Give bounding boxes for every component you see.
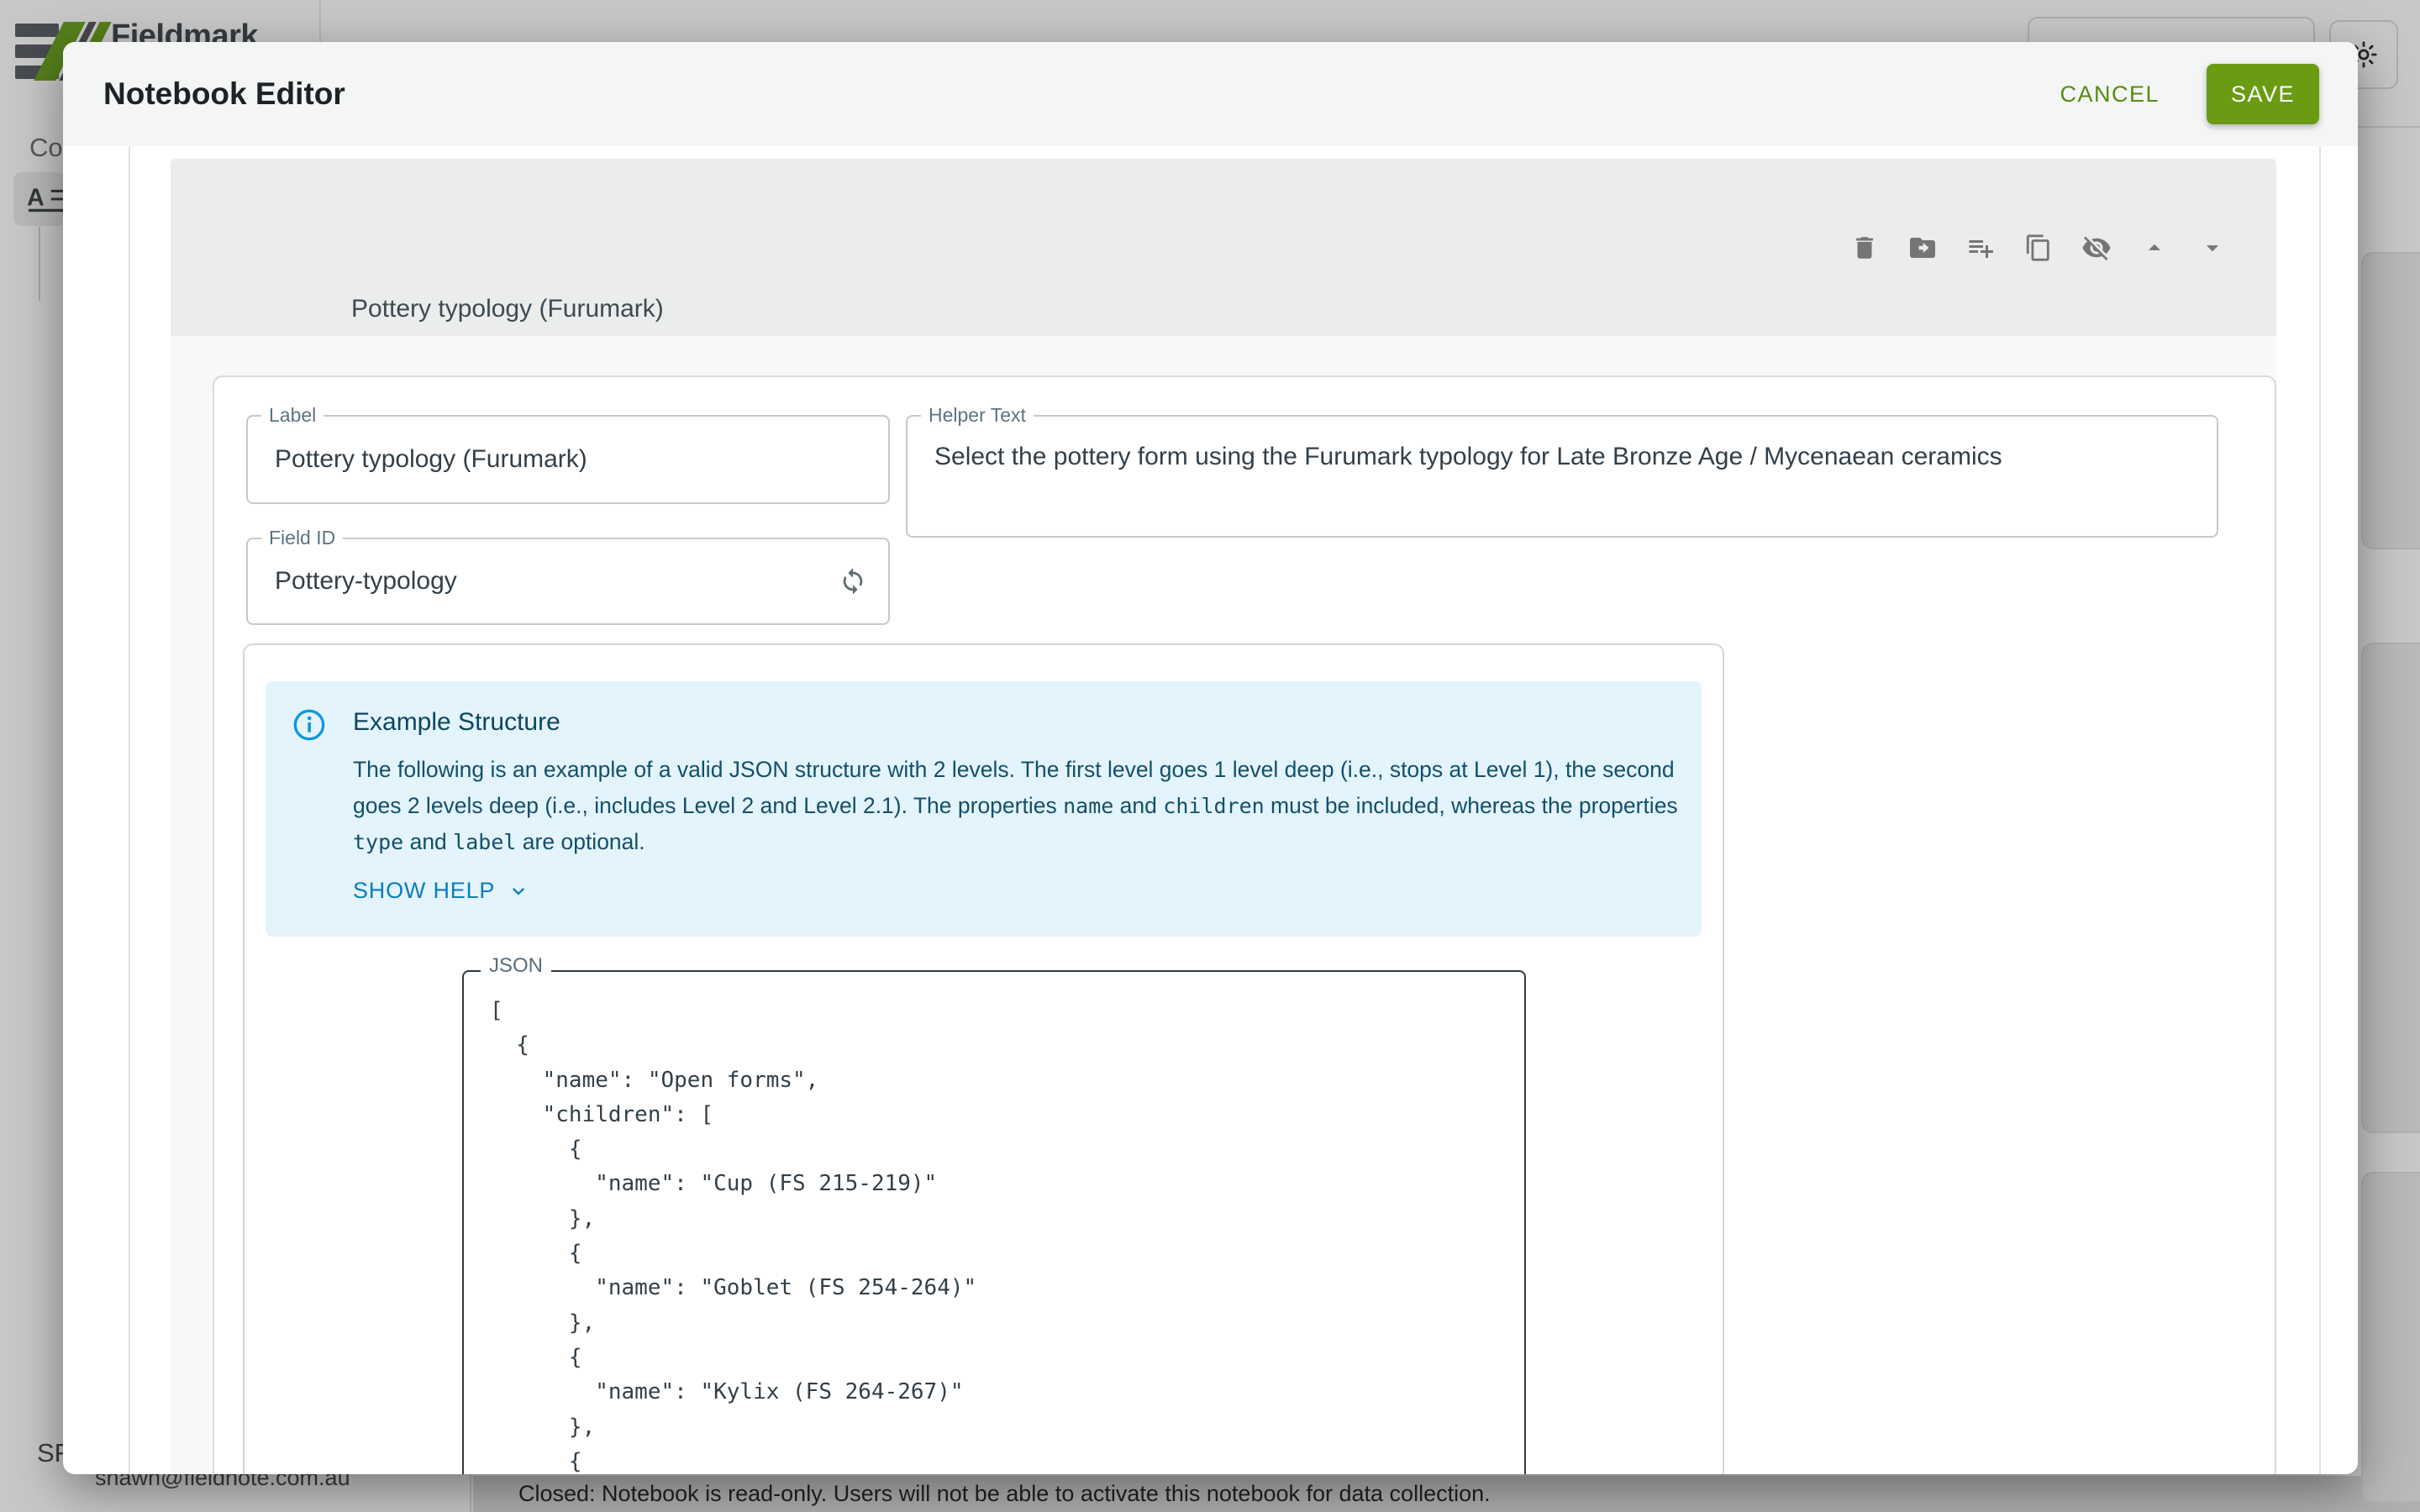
delete-icon [1850, 234, 1879, 262]
move-down-button[interactable] [2197, 233, 2228, 263]
example-structure-title: Example Structure [353, 708, 560, 737]
regenerate-field-id-button[interactable] [836, 564, 870, 598]
info-icon [292, 708, 326, 746]
cancel-button[interactable]: CANCEL [2044, 73, 2175, 116]
move-field-button[interactable] [1907, 233, 1938, 263]
field-id-input-legend: Field ID [261, 527, 343, 549]
move-up-button[interactable] [2139, 233, 2170, 263]
content-panel-border-right [2319, 146, 2321, 1474]
field-accordion-header[interactable]: Pottery typology (Furumark) AdvancedSele… [171, 159, 2276, 336]
label-input[interactable]: Label Pottery typology (Furumark) [246, 415, 890, 504]
hide-field-button[interactable] [2081, 233, 2112, 263]
content-panel-border-left [129, 146, 130, 1474]
notebook-editor-dialog: Notebook Editor CANCEL SAVE Pottery typo… [63, 42, 2358, 1474]
helper-text-input[interactable]: Helper Text Select the pottery form usin… [906, 415, 2218, 538]
move-down-icon [2198, 234, 2227, 262]
screen: Fieldmark Cor A SF shawn@fieldnote. [0, 0, 2420, 1512]
chevron-down-icon [507, 879, 530, 903]
label-input-legend: Label [261, 404, 324, 427]
move-to-folder-icon [1907, 233, 1938, 263]
helper-text-input-value: Select the pottery form using the Furuma… [934, 440, 2190, 474]
sync-icon [839, 567, 867, 596]
example-structure-body: The following is an example of a valid J… [353, 752, 1697, 860]
json-editor-content[interactable]: [ { "name": "Open forms", "children": [ … [490, 994, 976, 1474]
copy-field-button[interactable] [2023, 233, 2054, 263]
field-id-input[interactable]: Field ID Pottery-typology [246, 538, 890, 625]
delete-field-button[interactable] [1849, 233, 1880, 263]
dialog-title: Notebook Editor [103, 76, 345, 112]
show-help-button[interactable]: SHOW HELP [353, 878, 530, 904]
helper-text-input-legend: Helper Text [921, 404, 1034, 427]
field-title: Pottery typology (Furumark) [351, 295, 664, 323]
example-structure-alert: Example Structure The following is an ex… [266, 681, 1702, 937]
visibility-off-icon [2081, 233, 2112, 263]
field-toolbar [1849, 159, 2228, 336]
save-button[interactable]: SAVE [2207, 64, 2319, 124]
copy-icon [2024, 234, 2053, 262]
add-condition-button[interactable] [1965, 233, 1996, 263]
move-up-icon [2140, 234, 2169, 262]
label-input-value: Pottery typology (Furumark) [275, 445, 587, 474]
playlist-add-icon [1965, 233, 1996, 263]
show-help-label: SHOW HELP [353, 878, 495, 904]
field-id-input-value: Pottery-typology [275, 567, 457, 596]
json-field-legend: JSON [481, 954, 551, 978]
dialog-header: Notebook Editor CANCEL SAVE [63, 42, 2358, 146]
